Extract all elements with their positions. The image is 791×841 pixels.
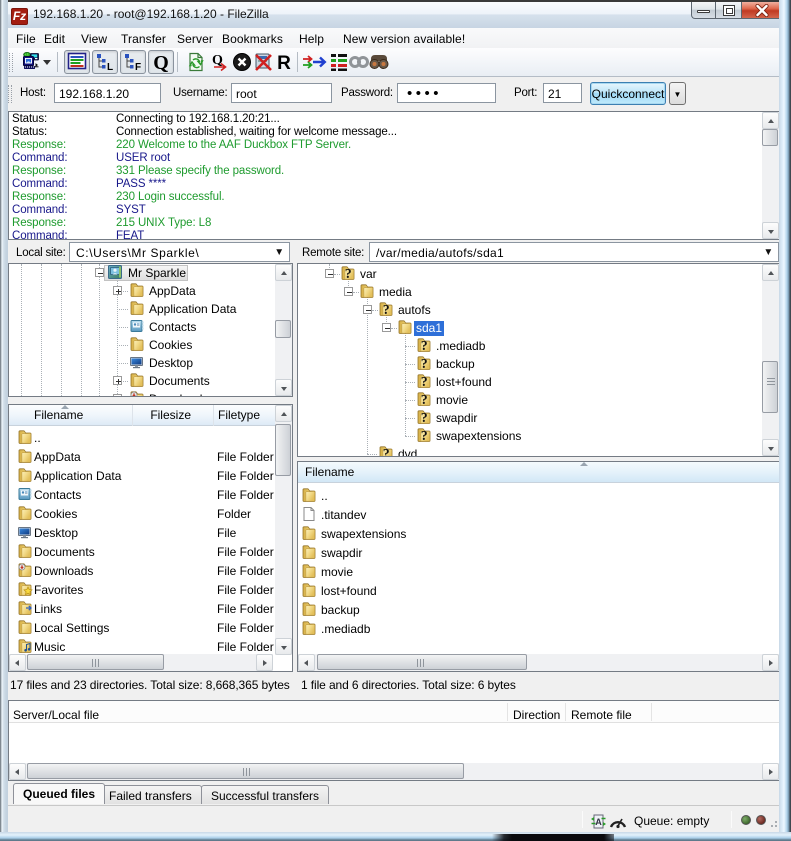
svg-text:Q: Q <box>153 52 169 73</box>
svg-text:?: ? <box>421 374 428 389</box>
svg-text:R: R <box>277 53 291 73</box>
svg-text:L: L <box>107 62 113 73</box>
svg-text:F: F <box>135 62 141 73</box>
svg-text:?: ? <box>421 392 428 407</box>
svg-text:?: ? <box>383 302 390 317</box>
svg-text:?: ? <box>421 410 428 425</box>
svg-text:?: ? <box>421 338 428 353</box>
svg-text:Q: Q <box>212 53 223 68</box>
svg-text:A: A <box>595 817 602 827</box>
svg-text:?: ? <box>383 446 390 457</box>
svg-text:?: ? <box>345 266 352 281</box>
svg-text:?: ? <box>421 356 428 371</box>
svg-text:?: ? <box>421 428 428 443</box>
